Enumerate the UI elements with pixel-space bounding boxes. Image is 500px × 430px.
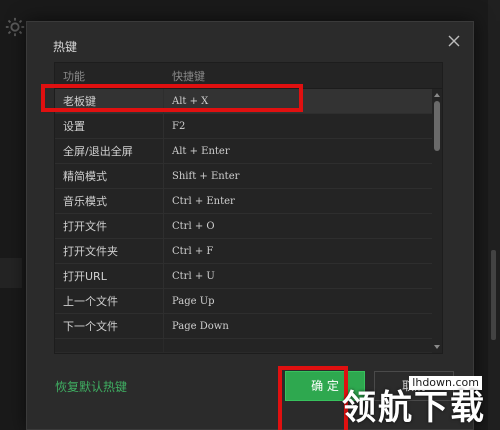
close-button[interactable] [447,34,461,48]
row-function: 老板键 [55,89,164,113]
watermark-logo: 领航下载 [342,388,486,428]
hotkey-table: 功能 快捷键 老板键 Alt + X 设置 F2 全屏/退出全屏 Alt + E… [54,62,443,354]
row-function: 音乐模式 [55,189,164,213]
row-function: 设置 [55,114,164,138]
row-shortcut[interactable]: Ctrl + Enter [164,196,442,207]
row-shortcut[interactable]: Alt + X [164,96,442,107]
row-shortcut[interactable]: F2 [164,121,442,132]
row-function [55,339,164,352]
table-rows: 老板键 Alt + X 设置 F2 全屏/退出全屏 Alt + Enter 精简… [55,89,442,353]
row-shortcut[interactable]: Ctrl + U [164,271,442,282]
table-row[interactable]: 打开URL Ctrl + U [55,264,442,289]
table-row[interactable]: 下一个文件 Page Down [55,314,442,339]
table-row[interactable]: 全屏/退出全屏 Alt + Enter [55,139,442,164]
row-shortcut[interactable]: Page Down [164,321,442,332]
row-function: 打开文件 [55,214,164,238]
table-row[interactable]: 打开文件 Ctrl + O [55,214,442,239]
background-scrollbar [488,0,500,430]
table-row[interactable]: 音乐模式 Ctrl + Enter [55,189,442,214]
scroll-thumb[interactable] [434,101,440,151]
row-shortcut[interactable]: Ctrl + O [164,221,442,232]
gear-icon[interactable] [4,16,26,38]
header-function: 功能 [63,69,85,83]
row-function: 打开URL [55,264,164,288]
reset-defaults-link[interactable]: 恢复默认热键 [55,378,127,395]
row-function: 上一个文件 [55,289,164,313]
row-shortcut[interactable]: Alt + Enter [164,146,442,157]
table-header: 功能 快捷键 [55,63,442,89]
table-scrollbar[interactable] [432,89,442,353]
row-function: 下一个文件 [55,314,164,338]
scroll-up-icon[interactable] [433,91,441,99]
scroll-down-icon[interactable] [433,343,441,351]
hotkey-dialog: 热键 功能 快捷键 老板键 Alt + X 设置 F2 全屏/退出全屏 Alt … [26,21,474,430]
table-row-partial[interactable] [55,339,442,353]
table-row[interactable]: 上一个文件 Page Up [55,289,442,314]
background-panel [0,258,22,288]
table-row[interactable]: 设置 F2 [55,114,442,139]
row-function: 全屏/退出全屏 [55,139,164,163]
table-row[interactable]: 打开文件夹 Ctrl + F [55,239,442,264]
row-function: 精简模式 [55,164,164,188]
table-row[interactable]: 老板键 Alt + X [55,89,442,114]
header-shortcut: 快捷键 [172,69,205,83]
close-icon [448,35,460,47]
row-shortcut[interactable]: Page Up [164,296,442,307]
table-row[interactable]: 精简模式 Shift + Enter [55,164,442,189]
row-shortcut[interactable]: Shift + Enter [164,171,442,182]
row-shortcut[interactable]: Ctrl + F [164,246,442,257]
dialog-title: 热键 [53,40,78,54]
row-function: 打开文件夹 [55,239,164,263]
